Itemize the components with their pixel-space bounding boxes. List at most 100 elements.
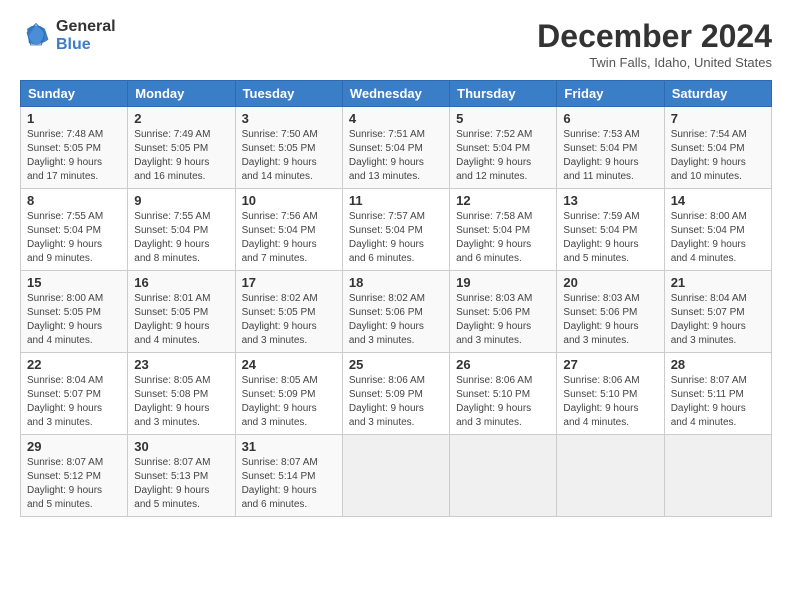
calendar-day-15: 15 Sunrise: 8:00 AMSunset: 5:05 PMDayligh…: [21, 271, 128, 353]
weekday-header-thursday: Thursday: [450, 81, 557, 107]
day-info: Sunrise: 7:55 AMSunset: 5:04 PMDaylight:…: [27, 210, 121, 266]
day-number: 6: [563, 111, 657, 126]
day-info: Sunrise: 8:05 AMSunset: 5:08 PMDaylight:…: [134, 374, 228, 430]
weekday-header-sunday: Sunday: [21, 81, 128, 107]
day-info: Sunrise: 8:07 AMSunset: 5:14 PMDaylight:…: [242, 456, 336, 512]
day-info: Sunrise: 7:56 AMSunset: 5:04 PMDaylight:…: [242, 210, 336, 266]
empty-cell: [450, 435, 557, 517]
calendar-day-25: 25Sunrise: 8:06 AMSunset: 5:09 PMDayligh…: [342, 353, 449, 435]
day-number: 16: [134, 275, 228, 290]
day-info: Sunrise: 8:06 AMSunset: 5:10 PMDaylight:…: [563, 374, 657, 430]
empty-cell: [342, 435, 449, 517]
day-number: 3: [242, 111, 336, 126]
day-number: 1: [27, 111, 121, 126]
calendar-week-1: 1 Sunrise: 7:48 AMSunset: 5:05 PMDaylight…: [21, 107, 772, 189]
day-info: Sunrise: 7:49 AMSunset: 5:05 PMDaylight:…: [134, 128, 228, 184]
day-info: Sunrise: 8:00 AMSunset: 5:05 PMDaylight:…: [27, 292, 121, 348]
logo-icon: [20, 20, 52, 52]
calendar-table: SundayMondayTuesdayWednesdayThursdayFrid…: [20, 80, 772, 517]
day-info: Sunrise: 8:02 AMSunset: 5:05 PMDaylight:…: [242, 292, 336, 348]
day-info: Sunrise: 8:03 AMSunset: 5:06 PMDaylight:…: [456, 292, 550, 348]
calendar-day-5: 5Sunrise: 7:52 AMSunset: 5:04 PMDaylight…: [450, 107, 557, 189]
weekday-header-tuesday: Tuesday: [235, 81, 342, 107]
day-number: 31: [242, 439, 336, 454]
calendar-week-2: 8 Sunrise: 7:55 AMSunset: 5:04 PMDaylight…: [21, 189, 772, 271]
month-title: December 2024: [537, 18, 772, 55]
calendar-day-21: 21Sunrise: 8:04 AMSunset: 5:07 PMDayligh…: [664, 271, 771, 353]
day-number: 15: [27, 275, 121, 290]
day-info: Sunrise: 7:52 AMSunset: 5:04 PMDaylight:…: [456, 128, 550, 184]
day-number: 20: [563, 275, 657, 290]
day-number: 13: [563, 193, 657, 208]
day-number: 25: [349, 357, 443, 372]
weekday-header-monday: Monday: [128, 81, 235, 107]
calendar-week-5: 29 Sunrise: 8:07 AMSunset: 5:12 PMDayligh…: [21, 435, 772, 517]
calendar-day-7: 7 Sunrise: 7:54 AMSunset: 5:04 PMDaylight…: [664, 107, 771, 189]
weekday-header-wednesday: Wednesday: [342, 81, 449, 107]
day-info: Sunrise: 8:04 AMSunset: 5:07 PMDaylight:…: [27, 374, 121, 430]
calendar-day-22: 22Sunrise: 8:04 AMSunset: 5:07 PMDayligh…: [21, 353, 128, 435]
day-number: 14: [671, 193, 765, 208]
calendar-day-10: 10 Sunrise: 7:56 AMSunset: 5:04 PMDayligh…: [235, 189, 342, 271]
day-number: 29: [27, 439, 121, 454]
title-block: December 2024 Twin Falls, Idaho, United …: [537, 18, 772, 70]
logo-blue-text: Blue: [56, 36, 116, 54]
weekday-header-row: SundayMondayTuesdayWednesdayThursdayFrid…: [21, 81, 772, 107]
day-number: 7: [671, 111, 765, 126]
day-number: 2: [134, 111, 228, 126]
day-number: 4: [349, 111, 443, 126]
calendar-day-30: 30 Sunrise: 8:07 AMSunset: 5:13 PMDayligh…: [128, 435, 235, 517]
calendar-week-4: 22Sunrise: 8:04 AMSunset: 5:07 PMDayligh…: [21, 353, 772, 435]
day-number: 28: [671, 357, 765, 372]
day-number: 17: [242, 275, 336, 290]
calendar-day-9: 9Sunrise: 7:55 AMSunset: 5:04 PMDaylight…: [128, 189, 235, 271]
day-info: Sunrise: 7:55 AMSunset: 5:04 PMDaylight:…: [134, 210, 228, 266]
day-info: Sunrise: 7:59 AMSunset: 5:04 PMDaylight:…: [563, 210, 657, 266]
calendar-day-28: 28 Sunrise: 8:07 AMSunset: 5:11 PMDayligh…: [664, 353, 771, 435]
calendar-day-23: 23Sunrise: 8:05 AMSunset: 5:08 PMDayligh…: [128, 353, 235, 435]
calendar-day-6: 6 Sunrise: 7:53 AMSunset: 5:04 PMDaylight…: [557, 107, 664, 189]
day-info: Sunrise: 7:48 AMSunset: 5:05 PMDaylight:…: [27, 128, 121, 184]
day-info: Sunrise: 8:05 AMSunset: 5:09 PMDaylight:…: [242, 374, 336, 430]
calendar-day-4: 4 Sunrise: 7:51 AMSunset: 5:04 PMDaylight…: [342, 107, 449, 189]
calendar-day-27: 27 Sunrise: 8:06 AMSunset: 5:10 PMDayligh…: [557, 353, 664, 435]
day-info: Sunrise: 8:07 AMSunset: 5:11 PMDaylight:…: [671, 374, 765, 430]
calendar-day-18: 18 Sunrise: 8:02 AMSunset: 5:06 PMDayligh…: [342, 271, 449, 353]
day-number: 24: [242, 357, 336, 372]
day-info: Sunrise: 8:03 AMSunset: 5:06 PMDaylight:…: [563, 292, 657, 348]
weekday-header-friday: Friday: [557, 81, 664, 107]
day-info: Sunrise: 8:02 AMSunset: 5:06 PMDaylight:…: [349, 292, 443, 348]
logo: General Blue: [20, 18, 116, 53]
day-number: 19: [456, 275, 550, 290]
calendar-day-20: 20 Sunrise: 8:03 AMSunset: 5:06 PMDayligh…: [557, 271, 664, 353]
day-number: 21: [671, 275, 765, 290]
calendar-day-12: 12Sunrise: 7:58 AMSunset: 5:04 PMDayligh…: [450, 189, 557, 271]
day-info: Sunrise: 8:07 AMSunset: 5:12 PMDaylight:…: [27, 456, 121, 512]
day-info: Sunrise: 7:51 AMSunset: 5:04 PMDaylight:…: [349, 128, 443, 184]
empty-cell: [557, 435, 664, 517]
calendar-day-8: 8 Sunrise: 7:55 AMSunset: 5:04 PMDaylight…: [21, 189, 128, 271]
day-number: 27: [563, 357, 657, 372]
day-info: Sunrise: 8:01 AMSunset: 5:05 PMDaylight:…: [134, 292, 228, 348]
calendar-day-24: 24 Sunrise: 8:05 AMSunset: 5:09 PMDayligh…: [235, 353, 342, 435]
location-subtitle: Twin Falls, Idaho, United States: [537, 55, 772, 70]
page: General Blue December 2024 Twin Falls, I…: [0, 0, 792, 612]
calendar-day-16: 16 Sunrise: 8:01 AMSunset: 5:05 PMDayligh…: [128, 271, 235, 353]
day-number: 10: [242, 193, 336, 208]
day-number: 8: [27, 193, 121, 208]
day-info: Sunrise: 8:07 AMSunset: 5:13 PMDaylight:…: [134, 456, 228, 512]
day-info: Sunrise: 7:54 AMSunset: 5:04 PMDaylight:…: [671, 128, 765, 184]
calendar-day-13: 13 Sunrise: 7:59 AMSunset: 5:04 PMDayligh…: [557, 189, 664, 271]
calendar-day-2: 2 Sunrise: 7:49 AMSunset: 5:05 PMDaylight…: [128, 107, 235, 189]
calendar-day-31: 31 Sunrise: 8:07 AMSunset: 5:14 PMDayligh…: [235, 435, 342, 517]
calendar-day-26: 26Sunrise: 8:06 AMSunset: 5:10 PMDayligh…: [450, 353, 557, 435]
day-info: Sunrise: 8:06 AMSunset: 5:10 PMDaylight:…: [456, 374, 550, 430]
calendar-day-19: 19 Sunrise: 8:03 AMSunset: 5:06 PMDayligh…: [450, 271, 557, 353]
day-info: Sunrise: 8:00 AMSunset: 5:04 PMDaylight:…: [671, 210, 765, 266]
calendar-day-1: 1 Sunrise: 7:48 AMSunset: 5:05 PMDaylight…: [21, 107, 128, 189]
day-info: Sunrise: 7:53 AMSunset: 5:04 PMDaylight:…: [563, 128, 657, 184]
header: General Blue December 2024 Twin Falls, I…: [20, 18, 772, 70]
calendar-day-29: 29 Sunrise: 8:07 AMSunset: 5:12 PMDayligh…: [21, 435, 128, 517]
day-number: 18: [349, 275, 443, 290]
day-number: 30: [134, 439, 228, 454]
